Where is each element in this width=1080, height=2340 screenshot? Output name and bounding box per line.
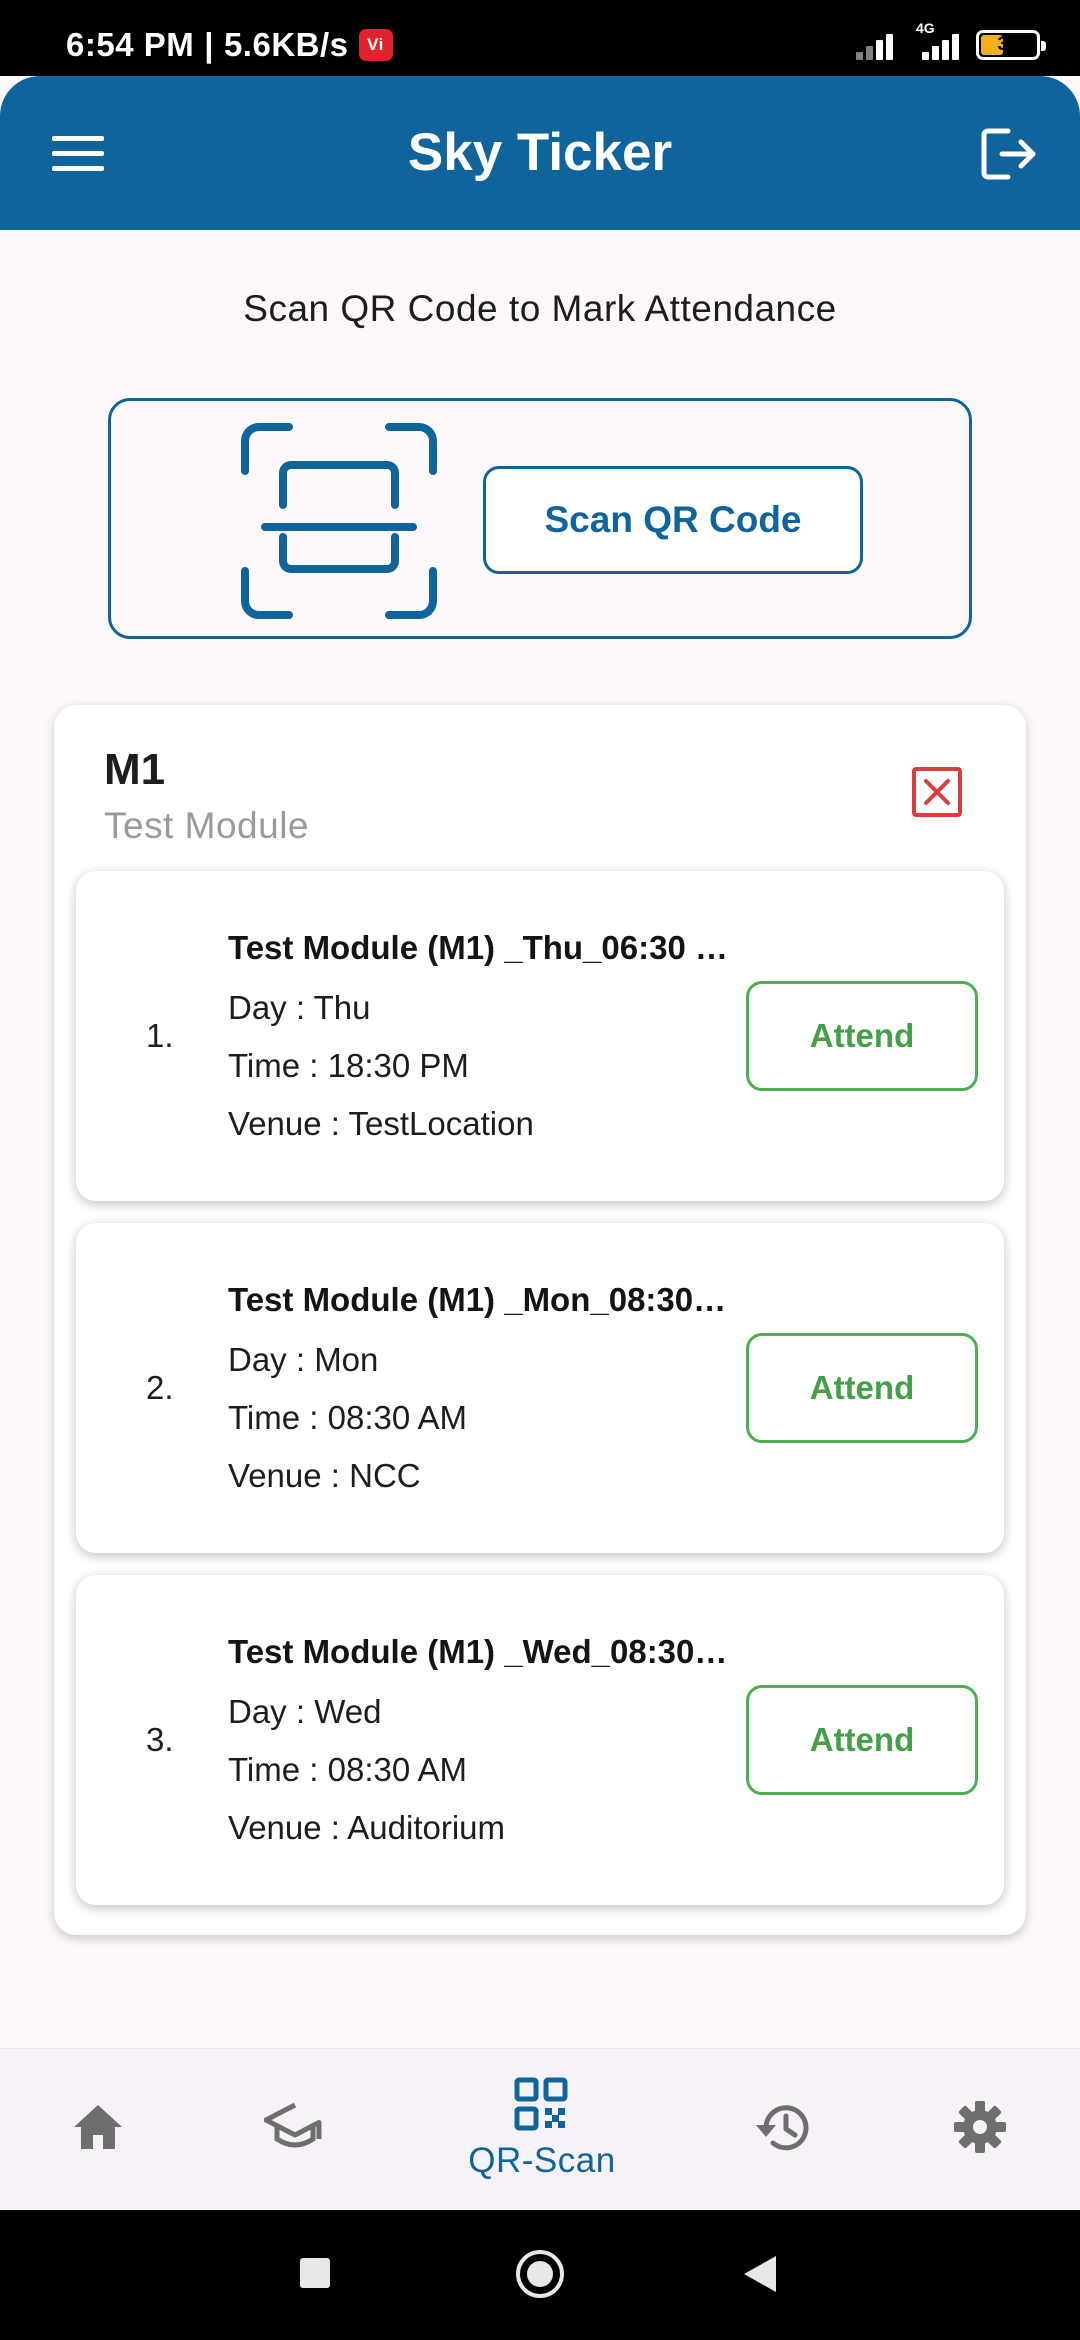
session-venue: Venue : Auditorium	[228, 1809, 506, 1846]
scanner-icon[interactable]	[239, 421, 439, 621]
status-separator: |	[204, 26, 214, 63]
scan-qr-code-button[interactable]: Scan QR Code	[483, 466, 863, 574]
session-day: Day : Wed	[228, 1693, 382, 1730]
session-index: 2.	[146, 1369, 174, 1406]
session-title: Test Module (M1) _Thu_06:30 PM	[228, 929, 728, 966]
session-time: Time : 18:30 PM	[228, 1047, 469, 1084]
screen: 6:54 PM | 5.6KB/s Vi 4G 39 Sky Ticker Sc…	[0, 0, 1080, 2340]
vi-app-icon: Vi	[358, 29, 393, 61]
recent-apps-button[interactable]	[300, 2258, 330, 2288]
status-network-speed: 5.6KB/s	[223, 26, 349, 63]
battery-icon: 39	[976, 30, 1046, 60]
session-venue: Venue : NCC	[228, 1457, 421, 1494]
bottom-navigation: QR-Scan	[0, 2048, 1080, 2210]
status-left: 6:54 PM | 5.6KB/s Vi	[66, 26, 393, 64]
module-name: Test Module	[104, 805, 309, 846]
back-button[interactable]	[744, 2256, 776, 2292]
home-button[interactable]	[516, 2250, 564, 2298]
session-venue: Venue : TestLocation	[228, 1105, 534, 1142]
battery-level: 39	[997, 34, 1019, 55]
logout-icon[interactable]	[980, 126, 1040, 182]
session-index: 3.	[146, 1721, 174, 1758]
session-day: Day : Mon	[228, 1341, 379, 1378]
status-time: 6:54 PM	[66, 26, 195, 63]
session-time: Time : 08:30 AM	[228, 1399, 468, 1436]
history-icon	[756, 2105, 809, 2151]
system-navigation-bar	[0, 2210, 1080, 2340]
settings-icon	[954, 2101, 1006, 2153]
status-bar: 6:54 PM | 5.6KB/s Vi 4G 39	[0, 0, 1080, 76]
qr-code-icon	[514, 2077, 568, 2131]
attend-button[interactable]: Attend	[746, 1685, 978, 1795]
nav-label-qr-scan: QR-Scan	[468, 2141, 616, 2180]
signal-4g-icon: 4G	[916, 20, 960, 60]
attend-button[interactable]: Attend	[746, 981, 978, 1091]
session-card: 2. Test Module (M1) _Mon_08:30 AM Day : …	[76, 1223, 1004, 1553]
remove-module-button[interactable]	[912, 767, 962, 817]
scan-instruction: Scan QR Code to Mark Attendance	[243, 288, 837, 329]
session-title: Test Module (M1) _Wed_08:30 AM	[228, 1633, 728, 1670]
home-icon	[74, 2105, 122, 2149]
scan-panel: Scan QR Code	[108, 398, 972, 639]
close-box-icon	[924, 779, 950, 805]
attend-button[interactable]: Attend	[746, 1333, 978, 1443]
module-card: M1 Test Module 1. Test Module (M1) _Thu_…	[54, 705, 1026, 1935]
session-time: Time : 08:30 AM	[228, 1751, 468, 1788]
session-card: 1. Test Module (M1) _Thu_06:30 PM Day : …	[76, 871, 1004, 1201]
session-index: 1.	[146, 1017, 174, 1054]
session-title: Test Module (M1) _Mon_08:30 AM	[228, 1281, 728, 1318]
app-bar: Sky Ticker	[0, 76, 1080, 230]
session-day: Day : Thu	[228, 989, 371, 1026]
network-type-label: 4G	[916, 20, 935, 36]
module-code: M1	[104, 745, 166, 794]
session-card: 3. Test Module (M1) _Wed_08:30 AM Day : …	[76, 1575, 1004, 1905]
signal-icon	[856, 28, 900, 60]
graduation-cap-icon	[264, 2102, 322, 2148]
app-title: Sky Ticker	[407, 123, 673, 182]
status-right: 4G 39	[856, 20, 1046, 60]
